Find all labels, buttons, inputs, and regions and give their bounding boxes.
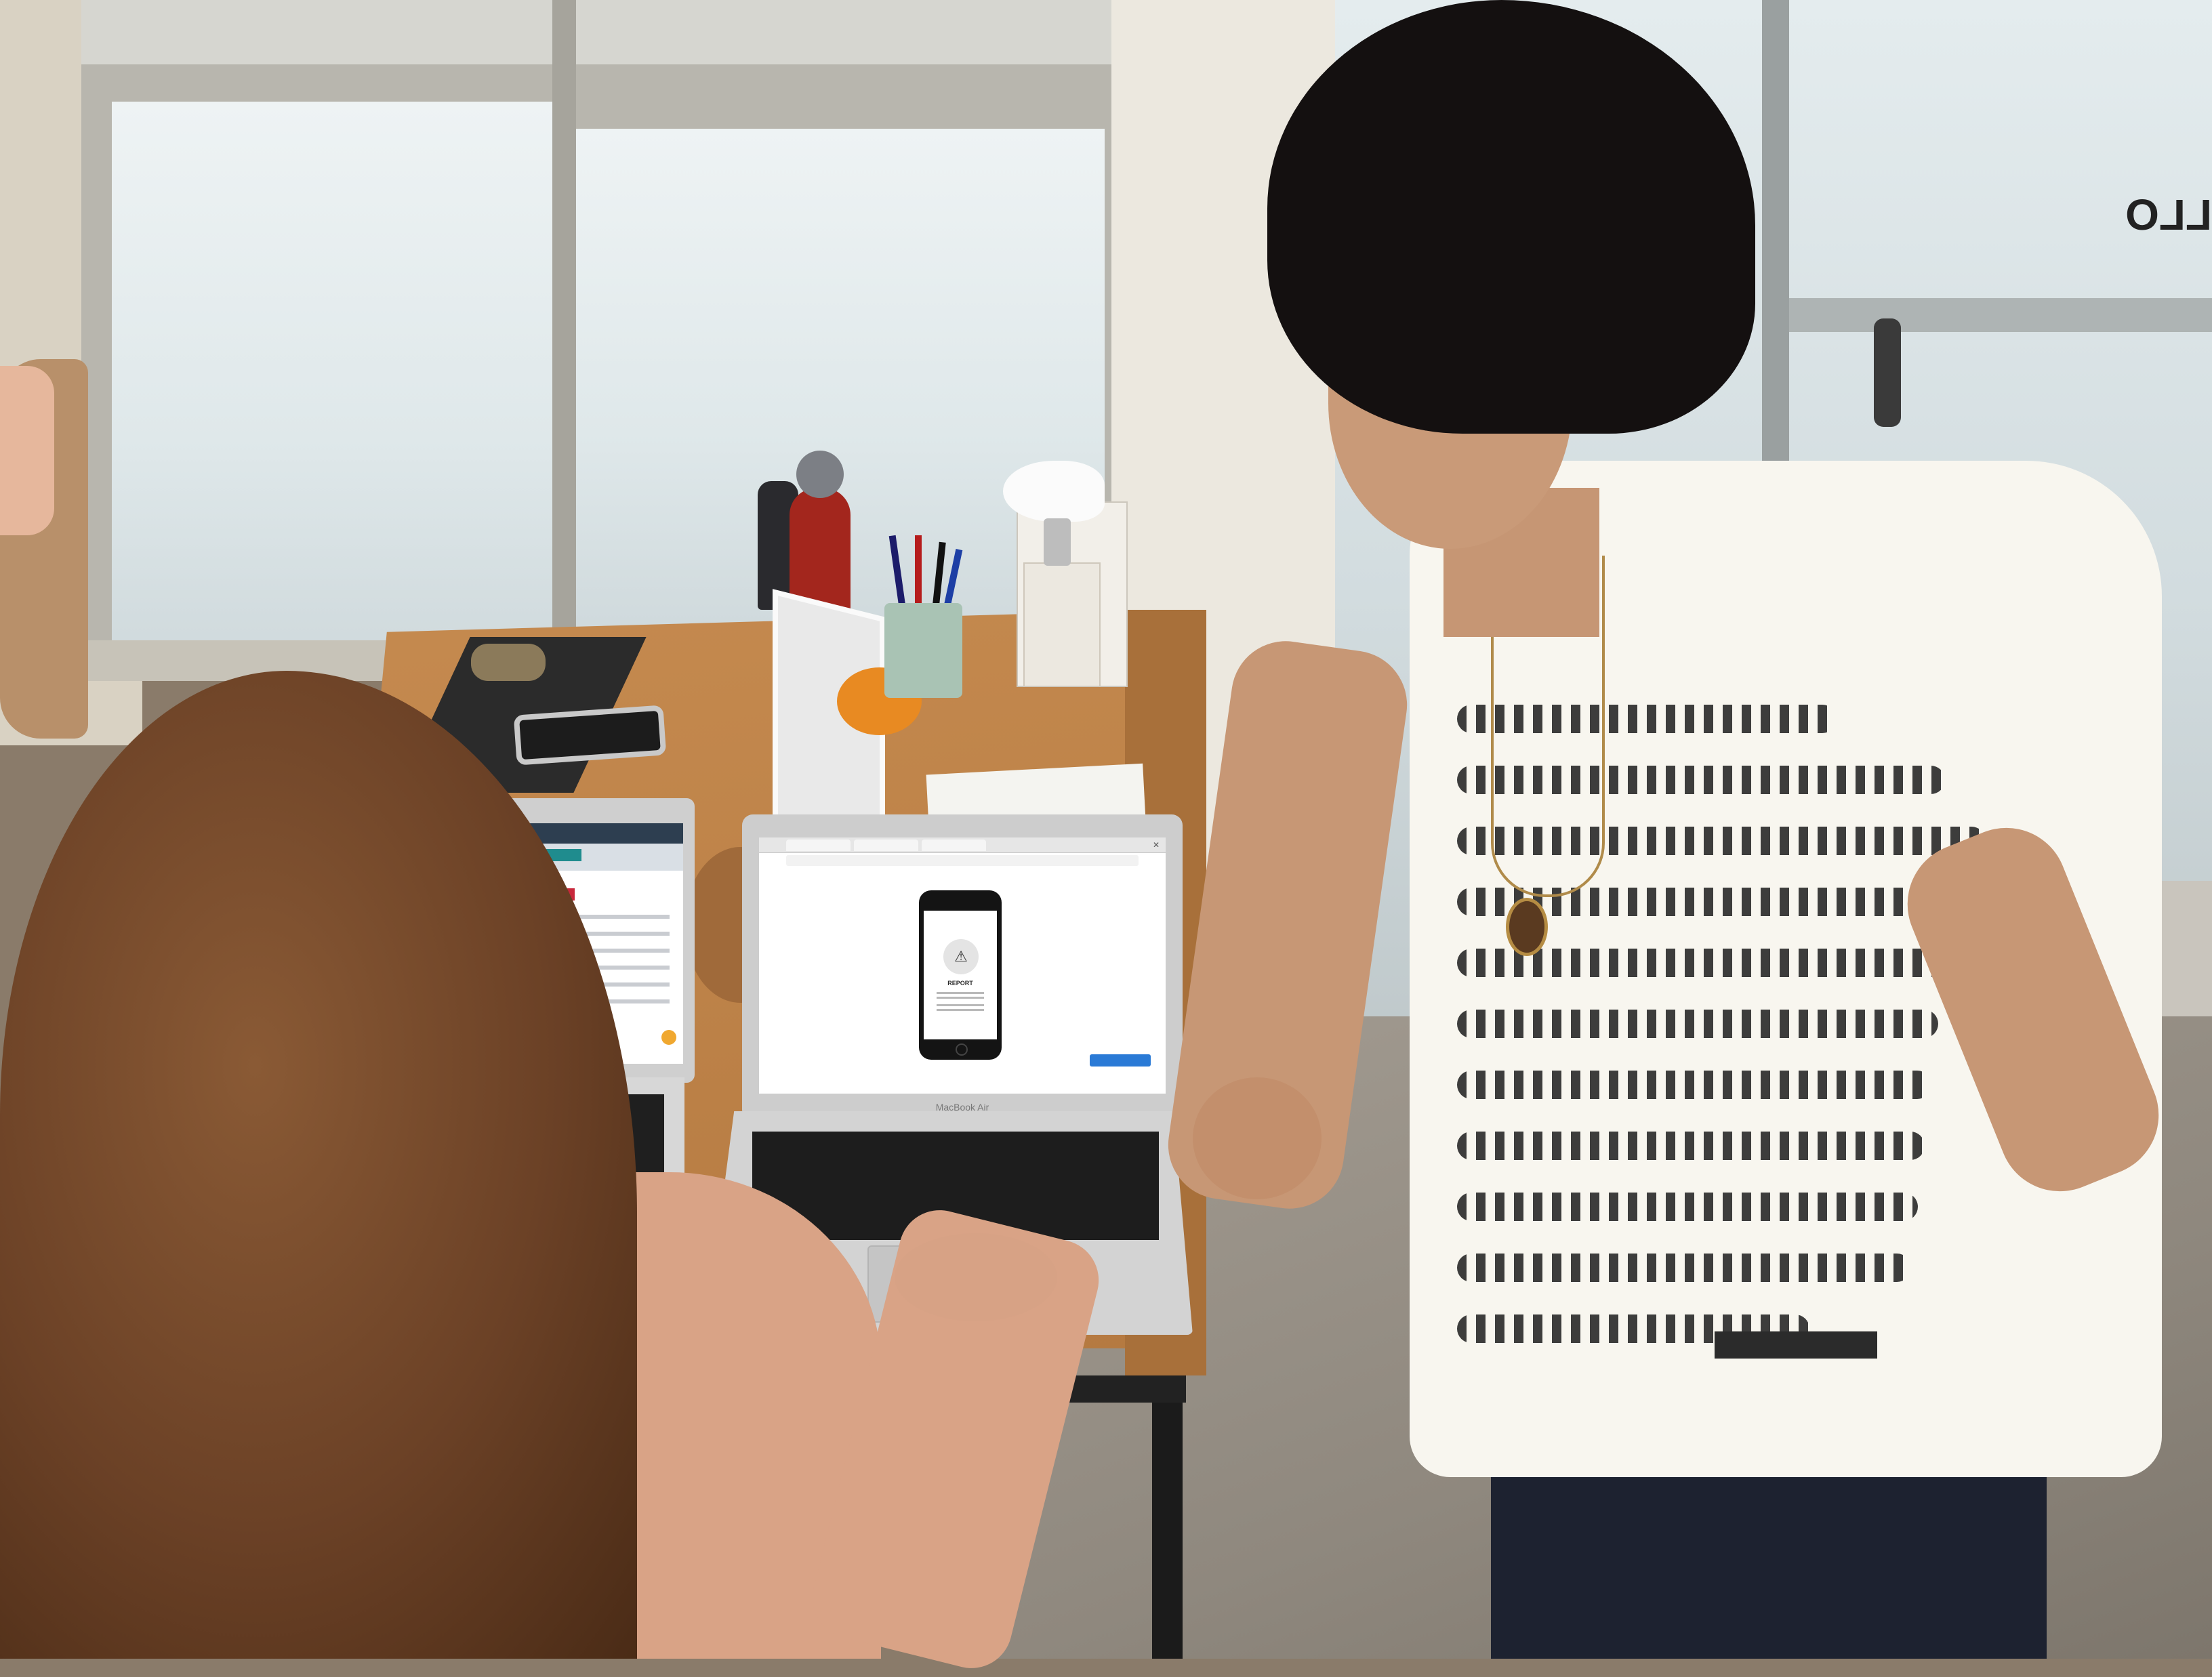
window-top-strip [81, 0, 1111, 64]
smartphone [513, 705, 667, 766]
phone-mockup-display [924, 911, 997, 1039]
clipboard-warning-icon: ⚠ [954, 948, 968, 965]
body-text-line [937, 1004, 984, 1006]
soap-pump [1044, 518, 1071, 566]
body-text-line [937, 997, 984, 999]
frosted-window-pane [112, 102, 552, 664]
door-handle [1874, 318, 1901, 427]
standing-person-hand [1193, 1077, 1322, 1199]
address-bar[interactable] [786, 855, 1139, 866]
browser-tab[interactable] [854, 840, 918, 851]
body-text-line [937, 992, 984, 994]
window-mullion [552, 0, 576, 671]
shirt-scribble-pattern [1457, 1254, 1911, 1282]
soap-dispenser [1023, 562, 1101, 687]
desk-leg [1152, 1375, 1183, 1659]
shirt-scribble-pattern [1457, 1132, 1925, 1160]
seated-person-hand [895, 1233, 1057, 1321]
body-text-line [937, 1009, 984, 1011]
pen-cup [884, 603, 962, 698]
bottle-cap [796, 451, 844, 498]
shirt-scribble-pattern [1457, 1010, 1938, 1038]
shirt-label [1715, 1331, 1877, 1359]
door-lettering: LLO [2125, 190, 2212, 239]
necklace-pendant [1506, 898, 1548, 956]
macbook-screen: ✕ ⚠ REPORT [759, 837, 1166, 1094]
chat-badge-icon[interactable] [661, 1030, 676, 1045]
keys [471, 644, 546, 681]
shirt-scribble-pattern [1457, 1071, 1931, 1099]
home-button-icon[interactable] [956, 1043, 968, 1056]
door-push-bar [1789, 298, 2212, 332]
browser-tab[interactable] [786, 840, 851, 851]
report-title: REPORT [947, 980, 973, 987]
background-person-face [0, 366, 54, 535]
shirt-scribble-pattern [1457, 1193, 1918, 1221]
browser-tab-bar: ✕ [759, 837, 1166, 853]
action-button[interactable] [1090, 1054, 1151, 1067]
browser-tab[interactable] [922, 840, 986, 851]
close-icon[interactable]: ✕ [1151, 840, 1162, 850]
tissue [1003, 461, 1105, 522]
